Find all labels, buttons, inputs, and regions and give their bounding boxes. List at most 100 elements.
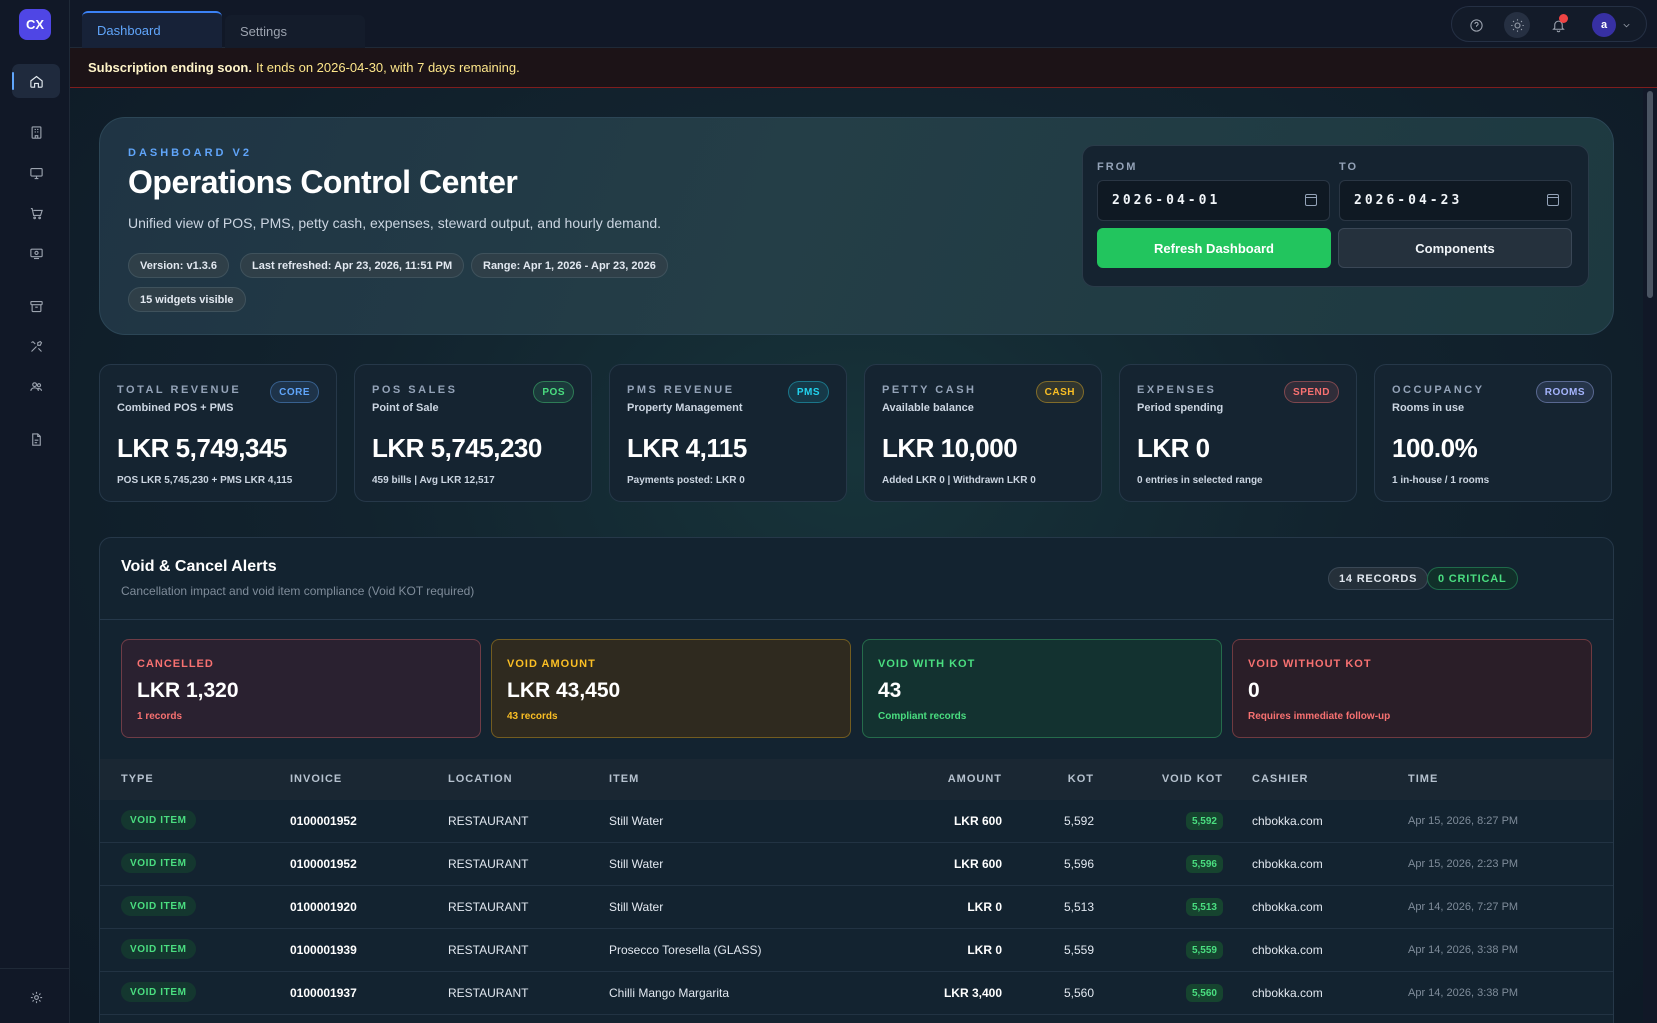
sidebar-item-orders[interactable] [12,196,60,230]
void-stat-card: VOID AMOUNT LKR 43,450 43 records [491,639,851,738]
col-type[interactable]: TYPE [121,773,154,785]
sidebar-item-home[interactable] [12,64,60,98]
location-cell: RESTAURANT [448,814,529,828]
help-button[interactable] [1463,12,1489,38]
version-chip: Version: v1.3.6 [128,253,230,278]
from-label: FROM [1097,161,1138,173]
kot-cell: 5,559 [1063,943,1094,957]
amount-cell: LKR 0 [967,900,1002,914]
void-stat-title: VOID WITHOUT KOT [1248,658,1372,670]
notifications-button[interactable] [1545,12,1571,38]
report-icon [31,432,41,446]
void-kot-cell: 5,513 [1173,886,1223,929]
col-kot[interactable]: KOT [1068,773,1094,785]
void-stat-value: LKR 43,450 [507,679,621,702]
cashier-cell: chbokka.com [1252,857,1323,871]
time-cell: Apr 14, 2026, 3:38 PM [1408,944,1519,956]
tab-settings[interactable]: Settings [225,15,365,48]
item-cell: Still Water [609,814,664,828]
tab-dashboard[interactable]: Dashboard [82,11,222,48]
amount-cell: LKR 0 [967,943,1002,957]
hero-card: DASHBOARD V2 Operations Control Center U… [99,117,1614,335]
time-cell: Apr 14, 2026, 3:38 PM [1408,987,1519,999]
void-cancel-panel: Void & Cancel Alerts Cancellation impact… [99,537,1614,1023]
kpi-footnote: 0 entries in selected range [1137,475,1263,486]
top-bar: Dashboard Settings a [70,0,1657,48]
refresh-dashboard-button[interactable]: Refresh Dashboard [1097,228,1331,268]
void-kot-badge: 5,592 [1185,812,1223,830]
void-stat-card: VOID WITH KOT 43 Compliant records [862,639,1222,738]
kpi-footnote: Payments posted: LKR 0 [627,475,745,486]
cashier-cell: chbokka.com [1252,986,1323,1000]
kpi-card: OCCUPANCY Rooms in use ROOMS 100.0% 1 in… [1374,364,1612,502]
home-icon [29,75,43,88]
void-kot-cell: 5,592 [1173,800,1223,843]
void-kot-badge: 5,560 [1185,984,1223,1002]
gear-icon [30,991,42,1003]
col-cashier[interactable]: CASHIER [1252,773,1309,785]
scrollbar-thumb[interactable] [1647,91,1653,298]
notification-dot [1559,14,1568,23]
to-date-value: 2026-04-23 [1354,193,1463,208]
sidebar: CX [0,0,70,1023]
app-logo[interactable]: CX [19,9,51,40]
sidebar-item-tools[interactable] [12,329,60,363]
table-row[interactable]: VOID ITEM 0100001952 RESTAURANT Still Wa… [100,843,1613,886]
kpi-title: PETTY CASH [882,384,977,396]
void-kot-badge: 5,513 [1185,898,1223,916]
kpi-subtitle: Period spending [1137,402,1224,414]
account-menu-button[interactable] [1616,12,1636,38]
col-invoice[interactable]: INVOICE [290,773,342,785]
kpi-subtitle: Rooms in use [1392,402,1465,414]
building-icon [31,125,41,139]
kpi-subtitle: Combined POS + PMS [117,402,234,414]
col-void-kot[interactable]: VOID KOT [1162,773,1223,785]
avatar[interactable]: a [1592,13,1616,37]
to-date-input[interactable]: 2026-04-23 [1339,180,1572,221]
components-button[interactable]: Components [1338,228,1572,268]
item-cell: Prosecco Toresella (GLASS) [609,943,762,957]
section-title: Void & Cancel Alerts [121,558,277,575]
kpi-title: TOTAL REVENUE [117,384,242,396]
void-stat-title: VOID AMOUNT [507,658,596,670]
sidebar-item-cash[interactable] [12,236,60,270]
col-location[interactable]: LOCATION [448,773,513,785]
kpi-title: PMS REVENUE [627,384,735,396]
void-kot-badge: 5,559 [1185,941,1223,959]
time-cell: Apr 15, 2026, 2:23 PM [1408,858,1519,870]
amount-cell: LKR 3,400 [943,986,1002,1000]
sun-icon [1510,18,1524,32]
calendar-icon[interactable] [1305,194,1317,206]
time-cell: Apr 15, 2026, 8:27 PM [1408,815,1519,827]
void-stat-title: CANCELLED [137,658,214,670]
table-row[interactable]: VOID ITEM 0100001939 RESTAURANT Prosecco… [100,929,1613,972]
kpi-subtitle: Available balance [882,402,974,414]
help-icon [1469,18,1483,32]
col-time[interactable]: TIME [1408,773,1438,785]
sidebar-item-staff[interactable] [12,369,60,403]
main-content: DASHBOARD V2 Operations Control Center U… [70,88,1643,1023]
calendar-icon[interactable] [1547,194,1559,206]
void-kot-cell: 5,559 [1173,929,1223,972]
from-date-input[interactable]: 2026-04-01 [1097,180,1330,221]
banner-title: Subscription ending soon. [88,60,252,75]
scrollbar[interactable] [1643,88,1657,1023]
table-row[interactable]: VOID ITEM 0100001952 RESTAURANT Still Wa… [100,800,1613,843]
table-row[interactable]: VOID ITEM 0100001937 RESTAURANT Chilli M… [100,972,1613,1015]
amount-cell: LKR 600 [953,857,1002,871]
void-kot-cell: 5,560 [1173,972,1223,1015]
sidebar-item-inventory[interactable] [12,289,60,323]
kpi-value: LKR 5,749,345 [117,433,287,463]
col-amount[interactable]: AMOUNT [948,773,1002,785]
table-header: TYPE INVOICE LOCATION ITEM AMOUNT KOT VO… [100,759,1613,800]
table-row[interactable]: VOID ITEM 0100001920 RESTAURANT Still Wa… [100,886,1613,929]
void-kot-badge: 5,596 [1185,855,1223,873]
void-kot-cell: 5,596 [1173,843,1223,886]
sidebar-item-settings[interactable] [12,980,60,1014]
theme-toggle[interactable] [1504,12,1530,38]
sidebar-item-reports[interactable] [12,422,60,456]
sidebar-item-pos[interactable] [12,156,60,190]
col-item[interactable]: ITEM [609,773,639,785]
sidebar-item-properties[interactable] [12,115,60,149]
kpi-value: LKR 4,115 [627,433,747,463]
